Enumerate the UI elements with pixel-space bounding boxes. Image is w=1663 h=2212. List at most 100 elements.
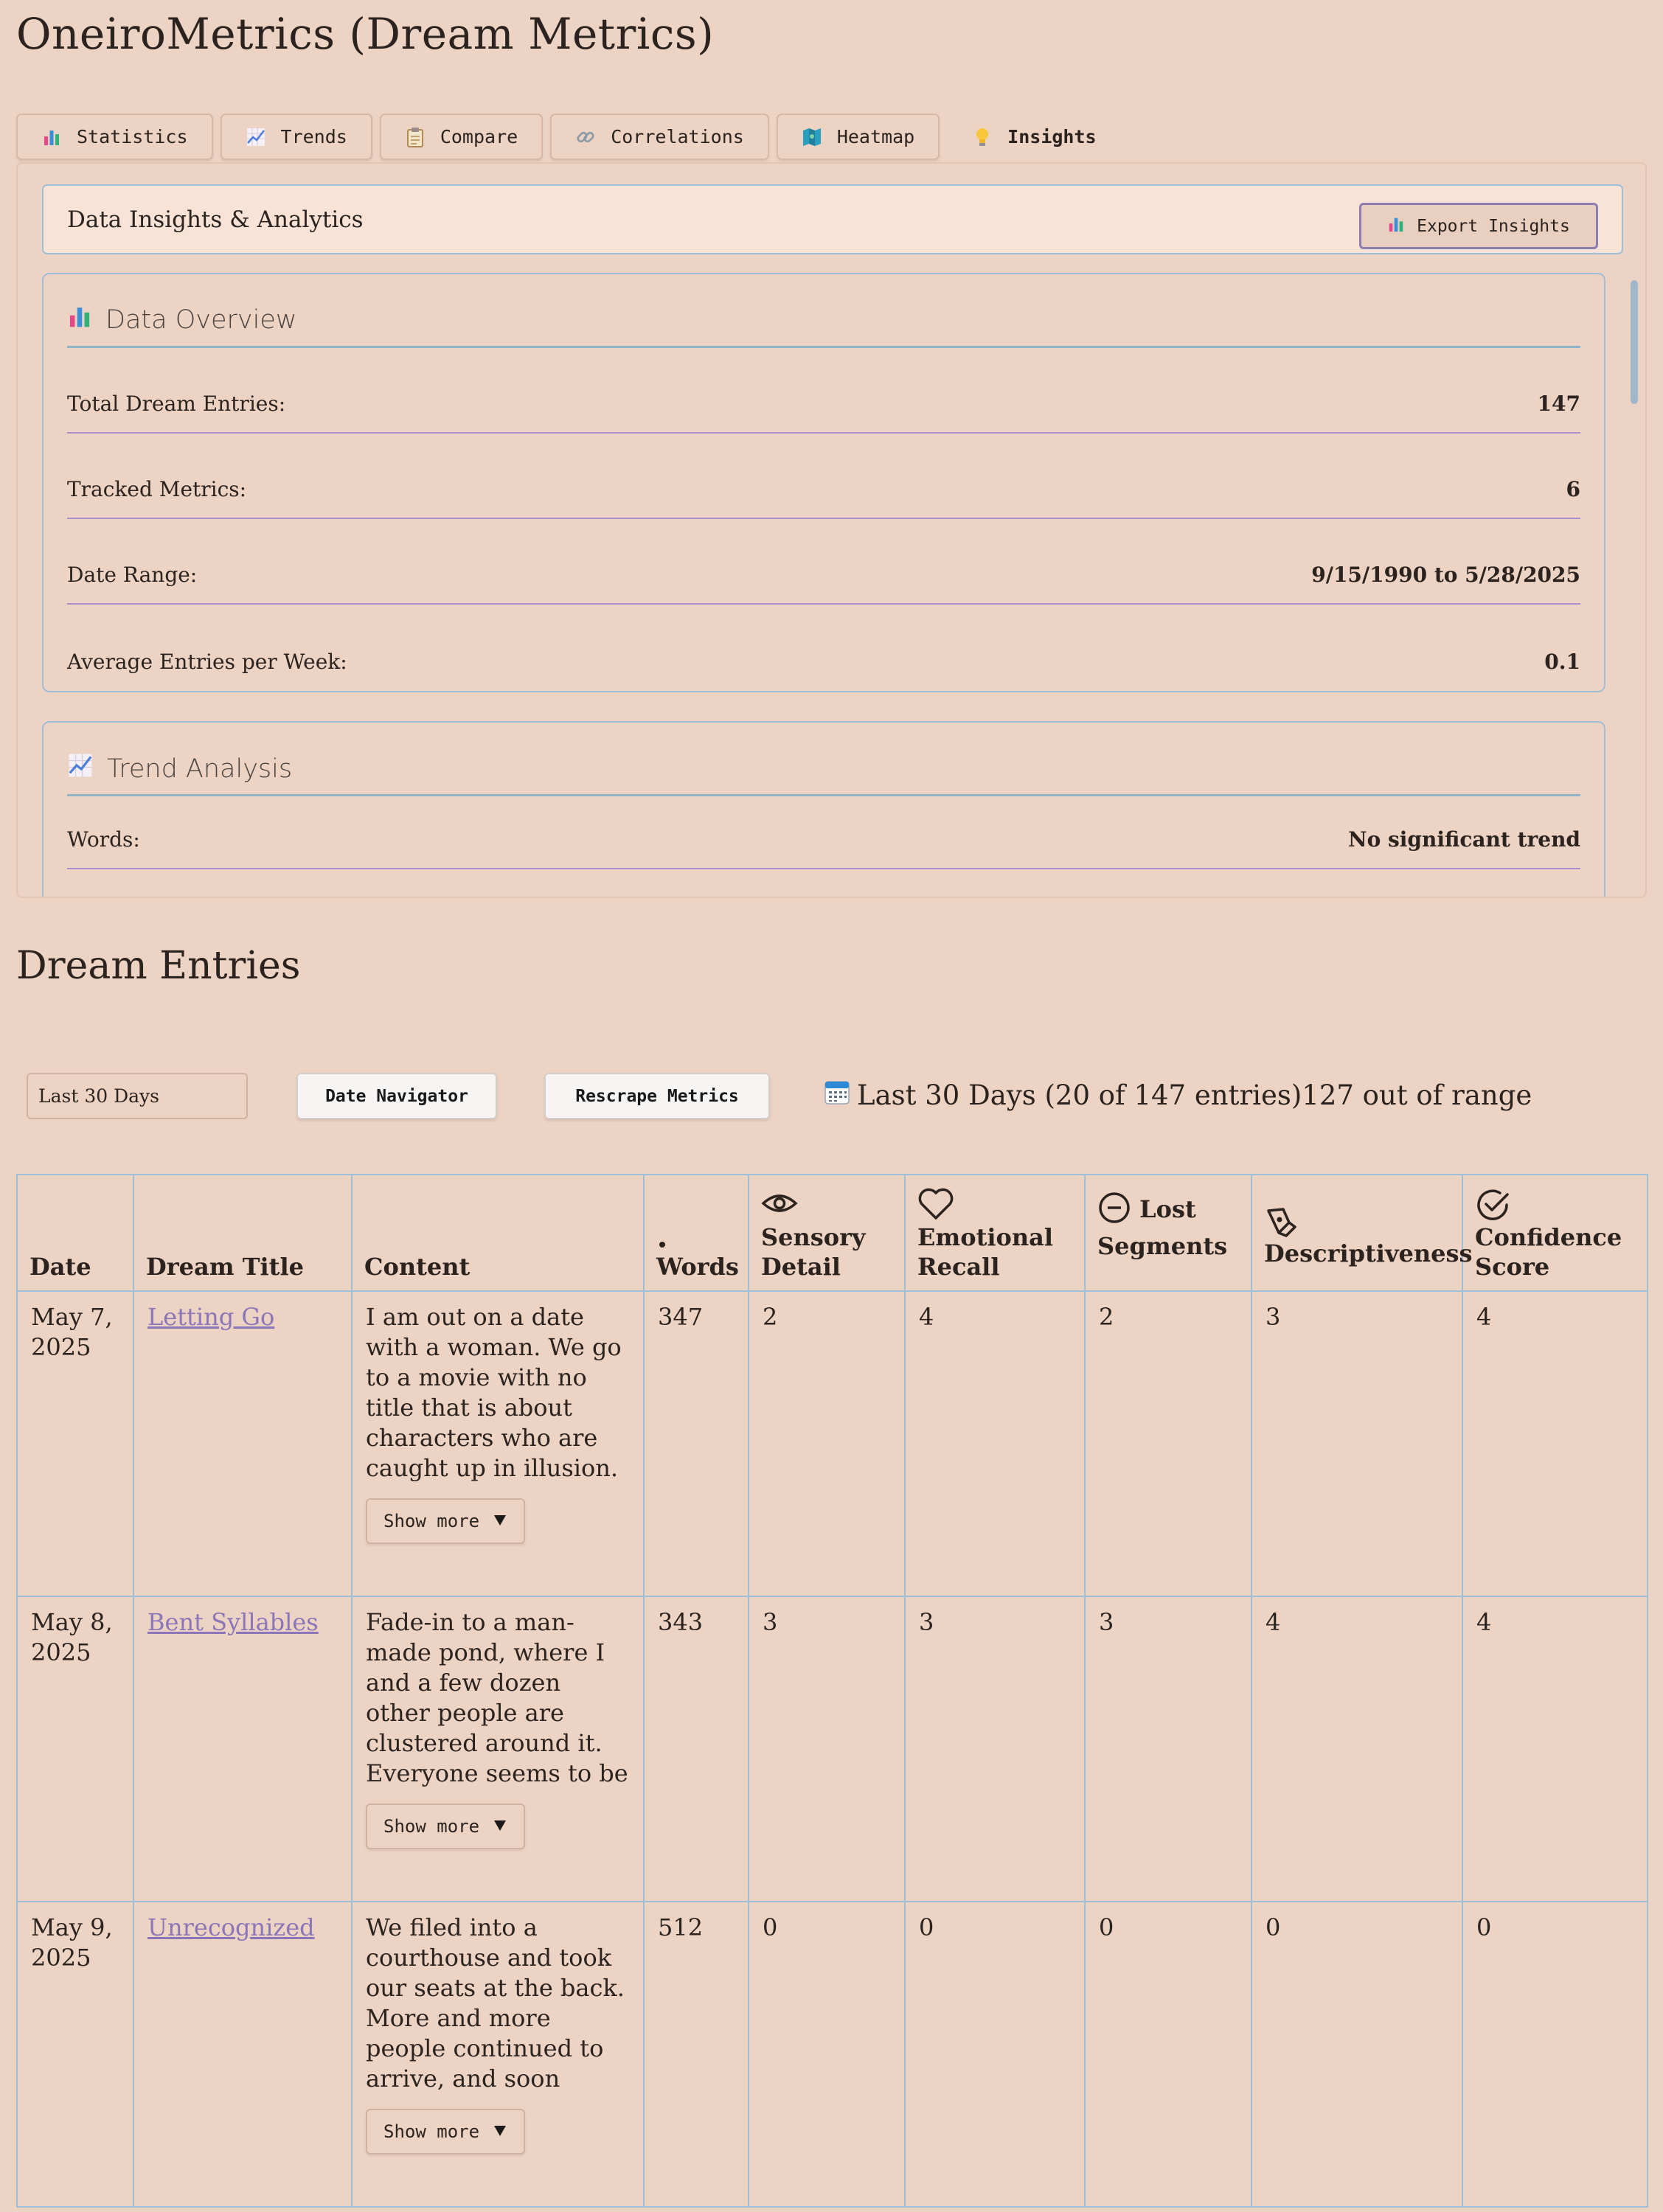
header-label: Date	[29, 1253, 91, 1281]
tab-heatmap[interactable]: Heatmap	[776, 114, 940, 160]
column-header-sensory-detail[interactable]: Sensory Detail	[748, 1174, 906, 1292]
date-range-select[interactable]: Last 30 Days	[27, 1073, 248, 1119]
column-header-confidence-score[interactable]: Confidence Score	[1462, 1174, 1648, 1292]
row-value: 6	[1566, 477, 1580, 501]
date-cell: May 7, 2025	[16, 1290, 134, 1597]
descriptiveness-cell: 3	[1251, 1290, 1463, 1597]
dream-title-link[interactable]: Bent Syllables	[147, 1608, 319, 1636]
bar-chart-icon	[67, 304, 92, 335]
confidence-score-cell: 0	[1462, 1901, 1648, 2208]
section-title-text: Trend Analysis	[107, 754, 293, 784]
dream-title-link[interactable]: Letting Go	[147, 1303, 274, 1331]
column-header-lost-segments[interactable]: Lost Segments	[1084, 1174, 1252, 1292]
overview-row-date-range: Date Range: 9/15/1990 to 5/28/2025	[67, 519, 1580, 605]
dream-entries-table: Date Dream Title Content Words Sensory D…	[16, 1174, 1648, 2208]
column-header-title[interactable]: Dream Title	[133, 1174, 353, 1292]
row-label: Average Entries per Week:	[67, 650, 347, 674]
tab-label: Trends	[280, 126, 347, 147]
rescrape-metrics-button[interactable]: Rescrape Metrics	[544, 1073, 770, 1119]
tab-label: Correlations	[611, 126, 744, 147]
content-preview: Fade-in to a man-made pond, where I and …	[366, 1608, 628, 1787]
lost-segments-cell: 0	[1084, 1901, 1252, 2208]
triangle-down-icon	[493, 1506, 507, 1537]
tab-correlations[interactable]: Correlations	[550, 114, 769, 160]
column-header-content[interactable]: Content	[351, 1174, 645, 1292]
emotional-recall-cell: 3	[904, 1596, 1086, 1902]
tab-compare[interactable]: Compare	[379, 114, 544, 160]
sensory-detail-cell: 3	[748, 1596, 906, 1902]
emotional-recall-cell: 4	[904, 1290, 1086, 1597]
dream-entries-title: Dream Entries	[16, 944, 301, 988]
show-more-button[interactable]: Show more	[366, 1498, 526, 1544]
map-icon	[802, 127, 822, 147]
filter-status-text: Last 30 Days (20 of 147 entries)127 out …	[857, 1079, 1532, 1111]
tab-label: Heatmap	[836, 126, 915, 147]
confidence-score-cell: 4	[1462, 1596, 1648, 1902]
words-cell: 512	[643, 1901, 749, 2208]
title-cell: Unrecognized	[133, 1901, 353, 2208]
row-label: Total Dream Entries:	[67, 392, 286, 416]
sensory-detail-cell: 2	[748, 1290, 906, 1597]
lightbulb-icon	[972, 127, 993, 147]
header-label: Content	[364, 1253, 471, 1281]
triangle-down-icon	[493, 1812, 507, 1842]
confidence-score-cell: 4	[1462, 1290, 1648, 1597]
row-value: 0.1	[1544, 650, 1580, 674]
row-value: No significant trend	[1347, 827, 1580, 852]
overview-row-total-entries: Total Dream Entries: 147	[67, 348, 1580, 434]
tab-trends[interactable]: Trends	[220, 114, 372, 160]
date-cell: May 8, 2025	[16, 1596, 134, 1902]
check-circle-icon	[1475, 1187, 1635, 1222]
link-icon	[575, 127, 596, 147]
section-title-text: Data Overview	[105, 305, 297, 335]
descriptiveness-cell: 0	[1251, 1901, 1463, 2208]
show-more-label: Show more	[383, 1510, 480, 1531]
insights-panel: Data Insights & Analytics Export Insight…	[16, 162, 1647, 898]
date-cell: May 9, 2025	[16, 1901, 134, 2208]
triangle-down-icon	[493, 2117, 507, 2147]
header-label: Descriptiveness	[1264, 1239, 1473, 1267]
column-header-date[interactable]: Date	[16, 1174, 134, 1292]
pen-tool-icon	[1264, 1203, 1450, 1239]
words-cell: 343	[643, 1596, 749, 1902]
tab-statistics[interactable]: Statistics	[16, 114, 213, 160]
trend-analysis-title: Trend Analysis	[67, 752, 292, 785]
table-row: May 7, 2025 Letting Go I am out on a dat…	[16, 1290, 1648, 1597]
row-value: 147	[1537, 392, 1580, 416]
insights-header: Data Insights & Analytics Export Insight…	[42, 184, 1623, 254]
clipboard-icon	[405, 127, 426, 147]
column-header-descriptiveness[interactable]: Descriptiveness	[1251, 1174, 1473, 1292]
table-header-row: Date Dream Title Content Words Sensory D…	[16, 1174, 1648, 1292]
row-label: Date Range:	[67, 563, 198, 587]
insights-scrollbar[interactable]	[1631, 280, 1638, 404]
show-more-button[interactable]: Show more	[366, 1804, 526, 1849]
tab-insights[interactable]: Insights	[947, 114, 1121, 160]
show-more-label: Show more	[383, 2121, 480, 2142]
export-insights-button[interactable]: Export Insights	[1359, 203, 1598, 249]
trend-chart-icon	[67, 752, 94, 785]
header-label: Sensory Detail	[761, 1223, 866, 1281]
date-navigator-button[interactable]: Date Navigator	[296, 1073, 497, 1119]
page: OneiroMetrics (Dream Metrics) Statistics…	[0, 0, 1663, 2212]
column-header-emotional-recall[interactable]: Emotional Recall	[904, 1174, 1086, 1292]
descriptiveness-cell: 4	[1251, 1596, 1463, 1902]
eye-icon	[761, 1187, 892, 1222]
bar-chart-icon	[41, 127, 62, 147]
trend-analysis-section: Trend Analysis Words: No significant tre…	[42, 721, 1605, 897]
insights-title: Data Insights & Analytics	[67, 206, 364, 233]
minus-circle-icon	[1097, 1191, 1131, 1231]
show-more-button[interactable]: Show more	[366, 2109, 526, 2154]
header-label: Confidence Score	[1475, 1223, 1622, 1281]
column-header-words[interactable]: Words	[643, 1174, 749, 1292]
export-insights-label: Export Insights	[1417, 216, 1570, 236]
tab-label: Compare	[440, 126, 518, 147]
insights-scroll-area[interactable]: Data Overview Total Dream Entries: 147 T…	[42, 273, 1642, 897]
heart-icon	[917, 1187, 1072, 1222]
header-label: Words	[656, 1253, 739, 1281]
row-value: 9/15/1990 to 5/28/2025	[1311, 563, 1580, 587]
filter-status: Last 30 Days (20 of 147 entries)127 out …	[823, 1078, 1532, 1113]
title-cell: Bent Syllables	[133, 1596, 353, 1902]
tab-label: Insights	[1007, 126, 1097, 147]
row-label: Tracked Metrics:	[67, 477, 247, 501]
dream-title-link[interactable]: Unrecognized	[147, 1913, 315, 1941]
